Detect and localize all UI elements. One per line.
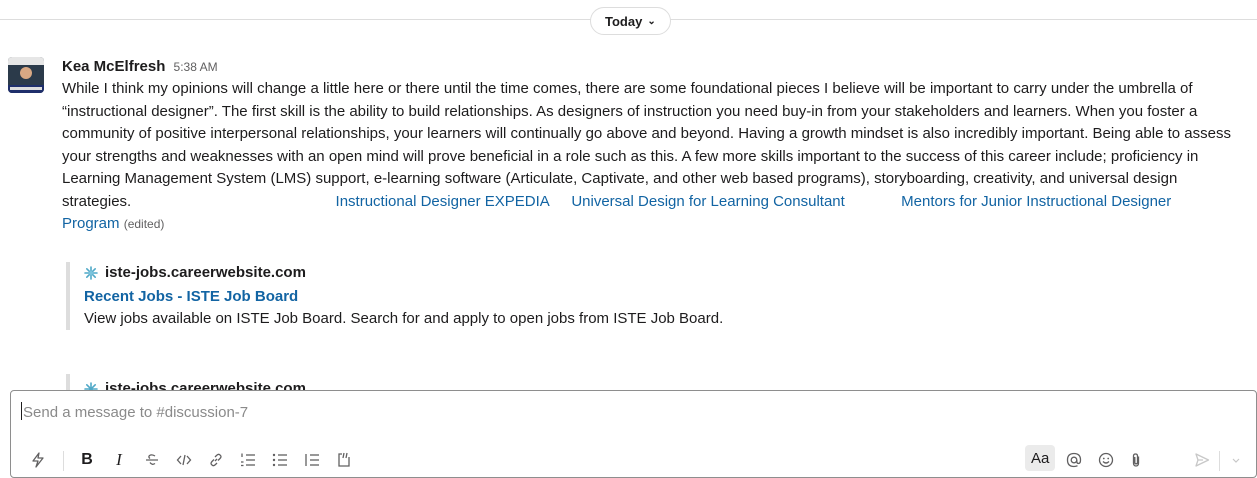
message-composer[interactable]: Send a message to #discussion-7 B I Aa xyxy=(10,390,1257,478)
emoji-button[interactable] xyxy=(1093,445,1119,475)
bold-label: B xyxy=(81,451,93,468)
italic-label: I xyxy=(116,450,122,469)
shortcuts-button[interactable] xyxy=(25,445,51,475)
bold-button[interactable]: B xyxy=(75,445,99,475)
message: Kea McElfresh 5:38 AM While I think my o… xyxy=(62,56,1232,236)
blockquote-button[interactable] xyxy=(299,445,325,475)
attach-file-button[interactable] xyxy=(1123,445,1149,475)
link-icon xyxy=(208,452,224,468)
toolbar-separator xyxy=(1219,451,1220,471)
attachment-description: View jobs available on ISTE Job Board. S… xyxy=(84,310,724,327)
site-favicon-icon xyxy=(84,382,98,390)
bullet-list-button[interactable] xyxy=(267,445,293,475)
strikethrough-icon xyxy=(144,452,160,468)
date-jump-button[interactable]: Today ⌄ xyxy=(590,7,671,35)
message-body: While I think my opinions will change a … xyxy=(62,80,1231,210)
send-button[interactable] xyxy=(1189,445,1215,475)
smiley-icon xyxy=(1098,452,1114,468)
italic-button[interactable]: I xyxy=(107,445,131,475)
at-sign-icon xyxy=(1066,452,1082,468)
link-button[interactable] xyxy=(203,445,229,475)
timestamp[interactable]: 5:38 AM xyxy=(174,60,218,74)
text-caret xyxy=(21,402,22,420)
composer-toolbar: B I Aa xyxy=(11,445,1256,475)
site-favicon-icon xyxy=(84,266,98,280)
formatting-toggle-label: Aa xyxy=(1031,449,1050,467)
message-header: Kea McElfresh 5:38 AM xyxy=(62,56,1232,78)
link-instructional-designer-expedia[interactable]: Instructional Designer EXPEDIA xyxy=(336,193,549,210)
lightning-icon xyxy=(30,452,46,468)
strikethrough-button[interactable] xyxy=(139,445,165,475)
message-input-placeholder: Send a message to #discussion-7 xyxy=(23,404,249,421)
attachment-site-2: iste-jobs.careerwebsite.com xyxy=(84,378,466,390)
blockquote-icon xyxy=(304,452,320,468)
ordered-list-button[interactable] xyxy=(235,445,261,475)
paperclip-icon xyxy=(1128,452,1144,468)
attachment-site-name: iste-jobs.careerwebsite.com xyxy=(105,264,306,281)
ordered-list-icon xyxy=(240,452,256,468)
chevron-down-icon xyxy=(1231,455,1241,465)
code-block-button[interactable] xyxy=(331,445,357,475)
attachment-site: iste-jobs.careerwebsite.com xyxy=(84,262,766,284)
date-divider: Today ⌄ xyxy=(0,0,1257,40)
send-icon xyxy=(1194,452,1210,468)
author-name[interactable]: Kea McElfresh xyxy=(62,58,165,75)
toolbar-separator xyxy=(63,451,64,471)
message-text: While I think my opinions will change a … xyxy=(62,78,1232,236)
code-block-icon xyxy=(336,452,352,468)
attachment-site-name-2: iste-jobs.careerwebsite.com xyxy=(105,380,306,390)
message-input[interactable]: Send a message to #discussion-7 xyxy=(21,402,248,421)
link-udl-consultant[interactable]: Universal Design for Learning Consultant xyxy=(571,193,844,210)
send-options-button[interactable] xyxy=(1225,445,1247,475)
link-attachment-2: iste-jobs.careerwebsite.com xyxy=(66,374,466,390)
avatar[interactable] xyxy=(8,57,44,93)
chevron-down-icon: ⌄ xyxy=(647,15,656,27)
date-label: Today xyxy=(605,13,643,29)
code-icon xyxy=(176,452,192,468)
link-attachment: iste-jobs.careerwebsite.com Recent Jobs … xyxy=(66,262,766,330)
edited-label: (edited) xyxy=(123,217,165,231)
bullet-list-icon xyxy=(272,452,288,468)
attachment-title-link[interactable]: Recent Jobs - ISTE Job Board xyxy=(84,286,766,308)
mention-button[interactable] xyxy=(1061,445,1087,475)
formatting-toggle-button[interactable]: Aa xyxy=(1025,445,1056,471)
code-button[interactable] xyxy=(171,445,197,475)
